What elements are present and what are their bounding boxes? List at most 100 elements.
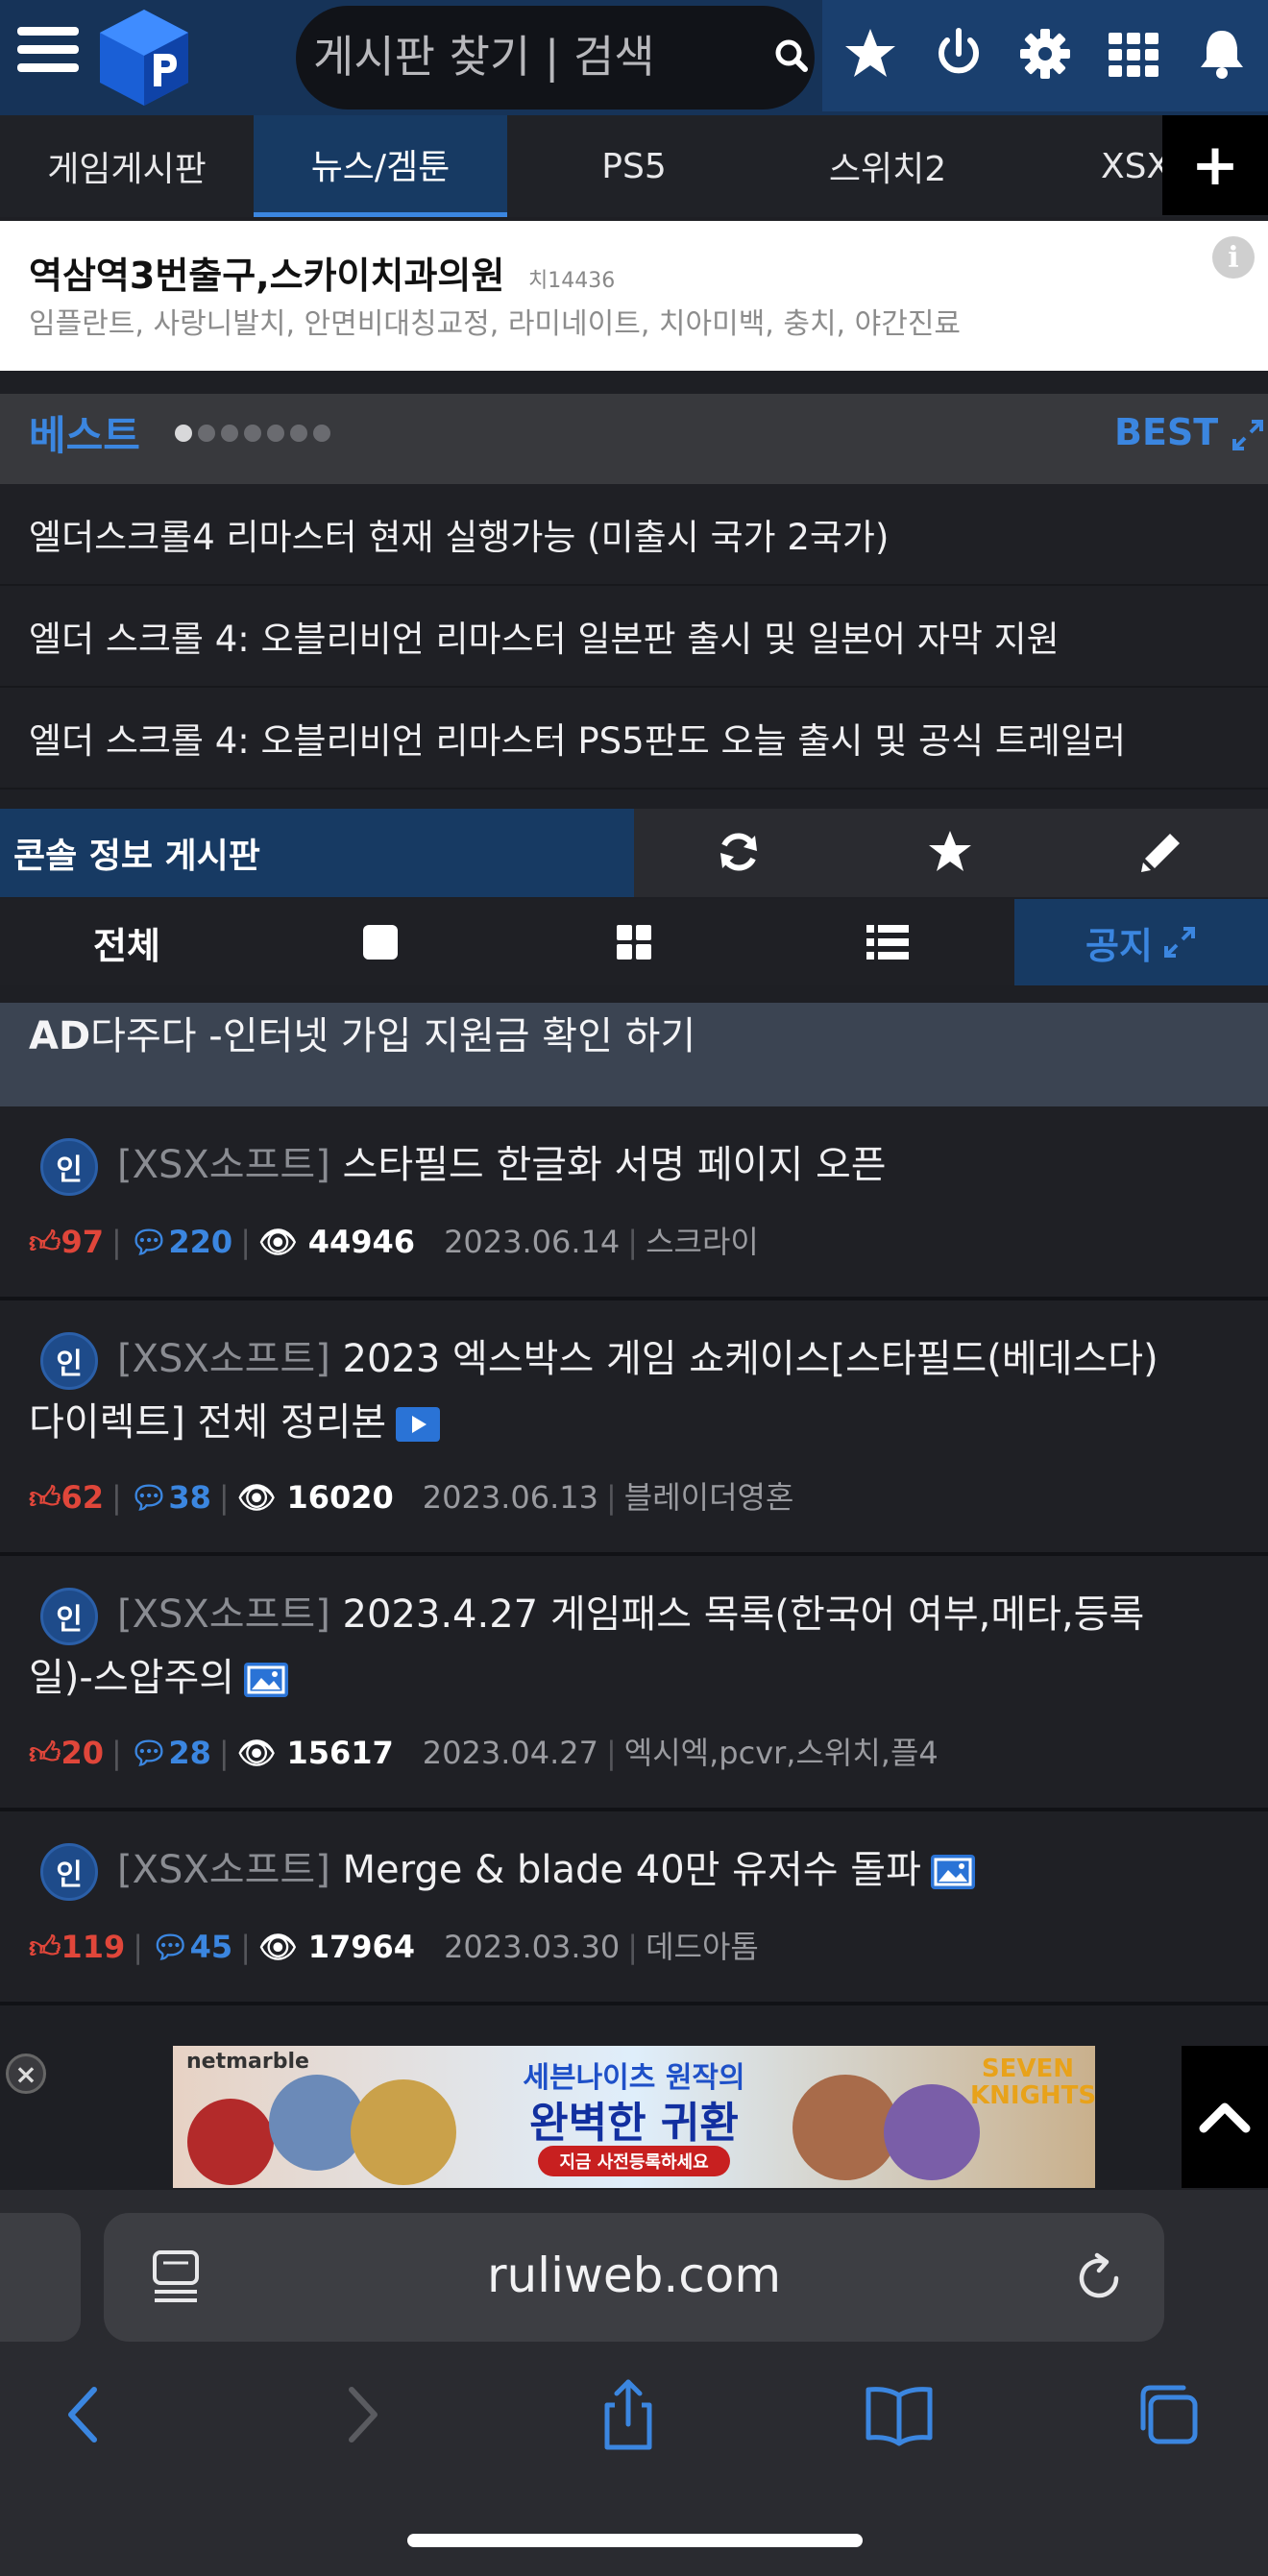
post-title-line[interactable]: 인 [XSX소프트] Merge & blade 40만 유저수 돌파 bbox=[29, 1838, 975, 1901]
favorite-star-icon[interactable] bbox=[926, 828, 974, 876]
game-banner-ad[interactable]: netmarble 세븐나이츠 원작의 완벽한 귀환 지금 사전등록하세요 SE… bbox=[173, 2046, 1095, 2188]
tab-news[interactable]: 뉴스/겜툰 bbox=[254, 115, 507, 217]
bell-icon[interactable] bbox=[1191, 23, 1253, 85]
sponsored-title: 다주다 -인터넷 가입 지원금 확인 하기 bbox=[90, 1014, 696, 1058]
close-ad-button[interactable]: × bbox=[6, 2054, 46, 2094]
image-icon bbox=[244, 1663, 289, 1697]
site-logo[interactable] bbox=[96, 8, 192, 108]
view-count: 16020 bbox=[286, 1479, 394, 1516]
view-list-icon[interactable] bbox=[761, 899, 1014, 985]
best-item[interactable]: 엘더 스크롤 4: 오블리비언 리마스터 일본판 출시 및 일본어 자막 지원 bbox=[0, 586, 1268, 688]
search-input[interactable] bbox=[313, 21, 736, 92]
post-title-line[interactable]: 인 [XSX소프트] 2023 엑스박스 게임 쇼케이스[스타필드(베데스다) bbox=[29, 1327, 1158, 1390]
post-category: [XSX소프트] bbox=[117, 1592, 330, 1637]
comment-count: 28 bbox=[168, 1735, 211, 1771]
post-author[interactable]: 데드아톰 bbox=[646, 1929, 759, 1965]
sponsored-text[interactable]: AD다주다 -인터넷 가입 지원금 확인 하기 bbox=[29, 1005, 695, 1060]
comment-count: 45 bbox=[189, 1929, 233, 1965]
video-icon bbox=[396, 1407, 441, 1442]
reload-icon[interactable] bbox=[1072, 2251, 1126, 2305]
forward-icon[interactable] bbox=[323, 2376, 400, 2453]
chevron-up-icon bbox=[1199, 2102, 1251, 2133]
post-date: 2023.06.13 bbox=[422, 1479, 599, 1516]
post-title-cont: 일)-스압주의 bbox=[29, 1656, 235, 1700]
refresh-icon[interactable] bbox=[715, 828, 763, 876]
bookmarks-icon[interactable] bbox=[861, 2376, 938, 2453]
post-meta: 👍︎119 | 💬︎45 | 👁︎ 17964 2023.03.30 | 데드아톰 bbox=[29, 1929, 759, 1965]
view-grid-icon[interactable] bbox=[507, 899, 761, 985]
post-author[interactable]: 스크라이 bbox=[646, 1224, 759, 1260]
banner-game-logo: SEVEN KNIGHTS bbox=[970, 2054, 1095, 2110]
pager-dot[interactable] bbox=[175, 425, 192, 442]
post-title-line[interactable]: 인 [XSX소프트] 2023.4.27 게임패스 목록(한국어 여부,메타,등록 bbox=[29, 1583, 1144, 1645]
best-link-label: BEST bbox=[1114, 411, 1219, 453]
post-row[interactable]: 인 [XSX소프트] 2023 엑스박스 게임 쇼케이스[스타필드(베데스다) 다… bbox=[0, 1300, 1268, 1556]
tab-game-board[interactable]: 게임게시판 bbox=[0, 115, 254, 217]
post-row[interactable]: 인 [XSX소프트] 스타필드 한글화 서명 페이지 오픈 👍︎97 | 💬︎220 |… bbox=[0, 1106, 1268, 1300]
tab-switch2[interactable]: 스위치2 bbox=[761, 115, 1014, 217]
post-meta: 👍︎62 | 💬︎38 | 👁︎ 16020 2023.06.13 | 블레이더영혼 bbox=[29, 1479, 794, 1516]
scroll-to-top-button[interactable] bbox=[1182, 2046, 1268, 2188]
menu-icon[interactable] bbox=[17, 27, 79, 81]
like-icon: 👍︎ bbox=[29, 1224, 61, 1260]
view-single-icon[interactable] bbox=[254, 899, 507, 985]
view-icon: 👁︎ bbox=[257, 1929, 308, 1965]
tab-ps5[interactable]: PS5 bbox=[507, 115, 761, 217]
pager-dot[interactable] bbox=[290, 425, 307, 442]
post-author[interactable]: 엑시엑,pcvr,스위치,플4 bbox=[624, 1735, 939, 1771]
post-row[interactable]: 인 [XSX소프트] 2023.4.27 게임패스 목록(한국어 여부,메타,등록… bbox=[0, 1556, 1268, 1811]
like-count: 97 bbox=[61, 1224, 104, 1260]
image-icon bbox=[930, 1855, 975, 1889]
post-title: 2023.4.27 게임패스 목록(한국어 여부,메타,등록 bbox=[342, 1592, 1145, 1637]
like-count: 20 bbox=[61, 1735, 104, 1771]
tab-xsx[interactable]: XSX bbox=[1057, 115, 1162, 217]
post-row[interactable]: 인 [XSX소프트] Merge & blade 40만 유저수 돌파 👍︎119… bbox=[0, 1811, 1268, 2005]
pager-dot[interactable] bbox=[221, 425, 238, 442]
comment-count: 38 bbox=[168, 1479, 211, 1516]
post-title: 스타필드 한글화 서명 페이지 오픈 bbox=[342, 1143, 887, 1187]
share-icon[interactable] bbox=[590, 2376, 667, 2453]
pager-dot[interactable] bbox=[267, 425, 284, 442]
comment-icon: 💬︎ bbox=[151, 1929, 190, 1965]
view-icon: 👁︎ bbox=[236, 1735, 287, 1771]
board-title[interactable]: 콘솔 정보 게시판 bbox=[0, 809, 634, 897]
best-more-link[interactable]: BEST bbox=[1114, 411, 1265, 453]
post-title-line[interactable]: 인 [XSX소프트] 스타필드 한글화 서명 페이지 오픈 bbox=[29, 1133, 887, 1196]
home-indicator[interactable] bbox=[407, 2534, 863, 2547]
write-pencil-icon[interactable] bbox=[1137, 828, 1185, 876]
add-tab-button[interactable]: + bbox=[1162, 115, 1268, 215]
gear-icon[interactable] bbox=[1014, 23, 1076, 85]
notice-tab[interactable]: 공지 bbox=[1014, 899, 1268, 985]
category-badge: 인 bbox=[40, 1138, 98, 1196]
best-item[interactable]: 엘더 스크롤 4: 오블리비언 리마스터 PS5판도 오늘 출시 및 공식 트레… bbox=[0, 688, 1268, 790]
notice-label: 공지 bbox=[1085, 924, 1153, 967]
view-count: 15617 bbox=[286, 1735, 394, 1771]
pager-dot[interactable] bbox=[198, 425, 215, 442]
star-icon[interactable] bbox=[840, 23, 901, 85]
back-icon[interactable] bbox=[46, 2376, 123, 2453]
search-icon[interactable] bbox=[768, 33, 817, 81]
ad-license-code: 치14436 bbox=[528, 269, 616, 293]
top-icon-group bbox=[822, 0, 1268, 111]
filter-all-tab[interactable]: 전체 bbox=[0, 899, 254, 985]
category-tab-bar: 게임게시판 뉴스/겜툰 PS5 스위치2 XSX bbox=[0, 115, 1268, 217]
ad-description: 임플란트, 사랑니발치, 안면비대칭교정, 라미네이트, 치아미백, 충치, 야… bbox=[29, 307, 962, 341]
banner-cta[interactable]: 지금 사전등록하세요 bbox=[538, 2146, 730, 2176]
ad-prefix: AD bbox=[29, 1014, 91, 1058]
post-title-line-2[interactable]: 다이렉트] 전체 정리본 bbox=[29, 1391, 441, 1446]
post-title: 2023 엑스박스 게임 쇼케이스[스타필드(베데스다) bbox=[342, 1337, 1158, 1381]
grid-icon[interactable] bbox=[1103, 23, 1164, 85]
tabs-icon[interactable] bbox=[1132, 2376, 1208, 2453]
post-author[interactable]: 블레이더영혼 bbox=[624, 1479, 794, 1516]
best-item[interactable]: 엘더스크롤4 리마스터 현재 실행가능 (미출시 국가 2국가) bbox=[0, 484, 1268, 586]
url-text[interactable]: ruliweb.com bbox=[104, 2248, 1164, 2303]
post-title-line-2[interactable]: 일)-스압주의 bbox=[29, 1646, 289, 1702]
info-icon[interactable]: i bbox=[1212, 236, 1255, 279]
view-count: 44946 bbox=[307, 1224, 416, 1260]
ad-title[interactable]: 역삼역3번출구,스카이치과의원 bbox=[29, 246, 504, 299]
power-icon[interactable] bbox=[928, 23, 989, 85]
pager-dot[interactable] bbox=[313, 425, 330, 442]
previous-tab[interactable] bbox=[0, 2213, 81, 2342]
pager-dot[interactable] bbox=[244, 425, 261, 442]
category-badge: 인 bbox=[40, 1332, 98, 1390]
